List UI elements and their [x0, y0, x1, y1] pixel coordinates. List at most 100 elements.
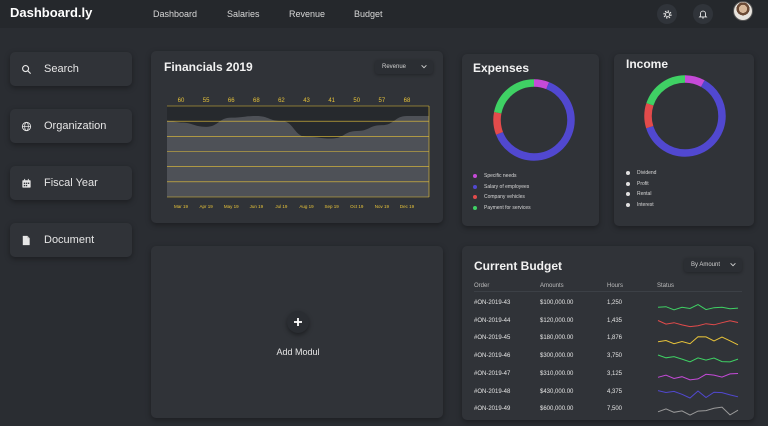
nav-budget[interactable]: Budget — [354, 9, 383, 19]
status-sparkline — [657, 354, 739, 363]
legend-label: Interest — [637, 201, 654, 208]
cell-amount: $180,000.00 — [540, 335, 574, 342]
x-tick-label: Jun 19 — [250, 204, 264, 209]
cell-order: #ON-2019-43 — [474, 300, 511, 306]
legend-label: Salary of employees — [484, 183, 530, 190]
legend-item: Specific needs — [473, 173, 517, 179]
budget-sort-dropdown[interactable]: By Amount — [684, 258, 742, 272]
bell-icon — [698, 10, 708, 19]
cell-amount: $600,000.00 — [540, 406, 574, 413]
add-module-label: Add Modul — [276, 347, 320, 357]
status-sparkline — [657, 389, 739, 399]
cell-hours: 1,250 — [607, 300, 623, 306]
data-label: 41 — [328, 98, 335, 104]
cell-order: #ON-2019-48 — [474, 388, 511, 395]
top-bar: Dashboard.ly Dashboard Salaries Revenue … — [0, 0, 768, 28]
status-sparkline — [657, 372, 739, 381]
x-tick-label: Nov 19 — [375, 204, 390, 209]
expenses-title: Expenses — [473, 61, 530, 75]
legend-label: Payment for services — [484, 204, 531, 211]
x-tick-label: Sep 19 — [325, 204, 340, 209]
expenses-donut-chart — [493, 79, 575, 161]
chevron-down-icon — [730, 262, 736, 267]
add-module-button[interactable] — [287, 311, 309, 333]
income-title: Income — [626, 57, 669, 71]
cell-amount: $300,000.00 — [540, 353, 574, 360]
cell-amount: $100,000.00 — [540, 300, 574, 306]
sparkline-path — [657, 354, 739, 363]
cell-amount: $120,000.00 — [540, 317, 574, 324]
sidebar-item-organization[interactable]: Organization — [10, 109, 132, 143]
column-header-amounts[interactable]: Amounts — [540, 283, 564, 289]
x-tick-label: Dec 19 — [400, 204, 415, 209]
nav-dashboard[interactable]: Dashboard — [153, 9, 197, 19]
legend-item: Dividend — [626, 170, 656, 176]
sidebar-item-search[interactable]: Search — [10, 52, 132, 86]
legend-label: Rental — [637, 191, 652, 198]
data-label: 62 — [278, 98, 285, 104]
cell-hours: 4,375 — [607, 388, 623, 395]
x-tick-label: Oct 19 — [350, 204, 364, 209]
sidebar-item-label: Organization — [44, 120, 107, 132]
income-donut-chart — [644, 75, 726, 157]
column-header-status[interactable]: Status — [657, 283, 674, 289]
x-tick-label: Mar 19 — [174, 204, 189, 209]
legend-label: Profit — [637, 180, 649, 187]
settings-button[interactable] — [657, 4, 677, 24]
legend-dot — [473, 184, 477, 189]
cell-order: #ON-2019-47 — [474, 370, 511, 377]
sparkline-path — [657, 389, 739, 399]
sidebar-item-label: Document — [44, 234, 95, 246]
sidebar-item-document[interactable]: Document — [10, 223, 132, 257]
sparkline-path — [657, 336, 739, 346]
legend-item: Payment for services — [473, 205, 531, 211]
legend-label: Company vehicles — [484, 194, 525, 201]
financials-chart: 60 55 66 68 62 43 41 50 57 68 Mar 19 Apr 19 May 19 Ju… — [167, 98, 430, 209]
sparkline-path — [657, 304, 739, 311]
cell-hours: 3,750 — [607, 353, 623, 360]
nav-salaries[interactable]: Salaries — [227, 9, 260, 19]
cell-order: #ON-2019-45 — [474, 335, 511, 342]
data-label: 66 — [228, 98, 235, 104]
legend-dot — [626, 171, 630, 175]
cell-amount: $310,000.00 — [540, 370, 574, 377]
status-sparkline — [657, 319, 739, 327]
status-sparkline — [657, 304, 739, 311]
legend-item: Company vehicles — [473, 194, 525, 200]
sidebar-item-fiscal-year[interactable]: Fiscal Year — [10, 166, 132, 200]
cell-amount: $430,000.00 — [540, 388, 574, 395]
status-sparkline — [657, 406, 739, 416]
legend-item: Profit — [626, 181, 649, 187]
data-label: 68 — [253, 98, 260, 104]
cell-order: #ON-2019-49 — [474, 406, 511, 413]
x-tick-label: Aug 19 — [299, 204, 314, 209]
avatar[interactable] — [733, 1, 753, 21]
sparkline-path — [657, 406, 739, 416]
column-header-hours[interactable]: Hours — [607, 283, 623, 289]
x-tick-label: Jul 19 — [275, 204, 288, 209]
brand-logo[interactable]: Dashboard.ly — [10, 5, 92, 20]
sidebar-item-label: Fiscal Year — [44, 177, 98, 189]
legend-dot — [626, 181, 630, 186]
cell-hours: 1,435 — [607, 317, 623, 324]
gear-icon — [662, 9, 672, 19]
legend-dot — [473, 205, 477, 210]
notifications-button[interactable] — [693, 4, 713, 24]
column-header-order[interactable]: Order — [474, 283, 489, 289]
data-label: 55 — [203, 98, 210, 104]
budget-title: Current Budget — [474, 259, 562, 273]
nav-revenue[interactable]: Revenue — [289, 9, 325, 19]
data-label: 50 — [353, 98, 360, 104]
x-tick-label: Apr 19 — [199, 204, 213, 209]
cell-hours: 1,876 — [607, 335, 623, 342]
data-label: 60 — [178, 98, 185, 104]
divider — [474, 291, 742, 292]
legend-dot — [473, 195, 477, 200]
globe-icon — [20, 120, 32, 132]
data-label: 68 — [404, 98, 411, 104]
legend-dot — [473, 174, 477, 178]
sparkline-path — [657, 319, 739, 327]
status-sparkline — [657, 336, 739, 346]
sparkline-path — [657, 372, 739, 381]
calendar-icon — [20, 177, 32, 189]
